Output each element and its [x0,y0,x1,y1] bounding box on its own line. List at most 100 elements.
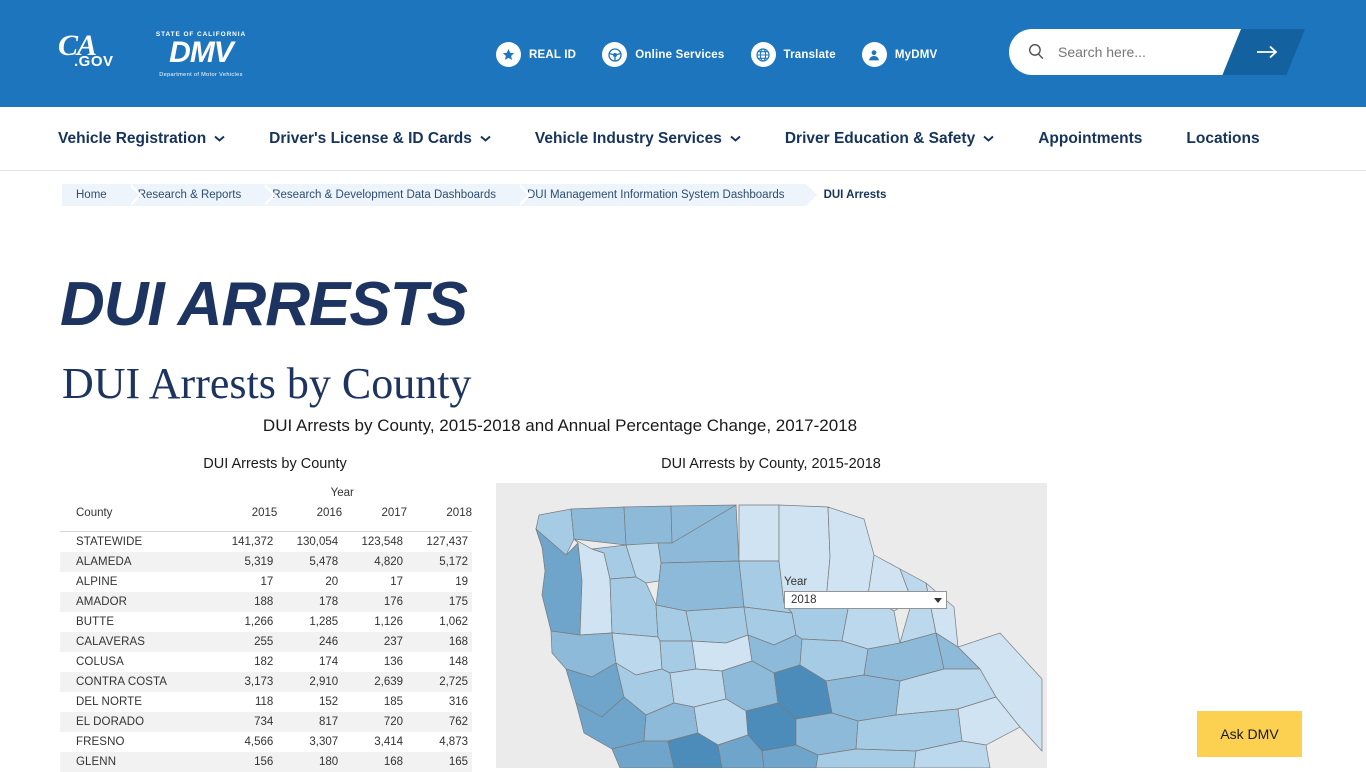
nav-item-label: Appointments [1038,130,1142,148]
search-input[interactable] [1056,41,1236,63]
dashboard-visualization: DUI Arrests by County, 2015-2018 and Ann… [0,405,1366,768]
breadcrumb-item-dui-mis-dashboards[interactable]: DUI Management Information System Dashbo… [517,184,806,206]
cell-2017: 17 [342,572,407,592]
breadcrumb-item-home[interactable]: Home [62,184,128,206]
table-row[interactable]: BUTTE1,2661,2851,1261,062 [60,612,472,632]
utility-label: Online Services [635,49,724,61]
site-header: CA .GOV STATE OF CALIFORNIA DMV Departme… [0,0,1366,107]
cell-2016: 178 [277,592,342,612]
cell-2017: 168 [342,752,407,772]
table-column-header-row: County 2015 2016 2017 2018 [60,503,472,523]
logo-group: CA .GOV STATE OF CALIFORNIA DMV Departme… [58,30,255,78]
cell-2018: 168 [407,632,472,652]
table-panel-title: DUI Arrests by County [60,456,490,472]
breadcrumb-item-research-reports[interactable]: Research & Reports [128,184,263,206]
page-title: DUI ARRESTS [60,270,467,340]
nav-item-vehicle-registration[interactable]: Vehicle Registration [58,130,225,148]
table-row[interactable]: DEL NORTE118152185316 [60,692,472,712]
column-header-2018[interactable]: 2018 [407,503,472,523]
cell-2016: 180 [277,752,342,772]
nav-item-vehicle-industry-services[interactable]: Vehicle Industry Services [535,130,741,148]
cell-2015: 5,319 [212,552,277,572]
cell-2016: 20 [277,572,342,592]
cell-2015: 255 [212,632,277,652]
dmv-logo[interactable]: STATE OF CALIFORNIA DMV Department of Mo… [147,30,255,78]
cell-2015: 3,173 [212,672,277,692]
user-icon [862,42,887,67]
utility-item-real-id[interactable]: REAL ID [496,42,576,67]
chevron-down-icon [480,135,491,142]
county-choropleth-map[interactable]: Year 2018 [496,483,1047,768]
table-row[interactable]: STATEWIDE141,372130,054123,548127,437 [60,532,472,553]
column-header-2017[interactable]: 2017 [342,503,407,523]
table-row[interactable]: ALPINE17201719 [60,572,472,592]
cell-county: DEL NORTE [60,692,212,712]
year-filter-label: Year [784,576,949,588]
cell-county: EL DORADO [60,712,212,732]
cell-2018: 1,062 [407,612,472,632]
cell-2016: 2,910 [277,672,342,692]
cell-county: COLUSA [60,652,212,672]
table-row[interactable]: EL DORADO734817720762 [60,712,472,732]
year-filter: Year 2018 [784,576,949,609]
cell-county: ALPINE [60,572,212,592]
utility-item-online-services[interactable]: Online Services [602,42,724,67]
table-row[interactable]: ALAMEDA5,3195,4784,8205,172 [60,552,472,572]
cell-2016: 246 [277,632,342,652]
cell-2016: 152 [277,692,342,712]
page-subtitle: DUI Arrests by County [62,355,471,413]
chevron-down-icon [934,598,942,603]
nav-item-appointments[interactable]: Appointments [1038,130,1142,148]
star-icon [496,42,521,67]
cell-2016: 174 [277,652,342,672]
cell-county: BUTTE [60,612,212,632]
table-row[interactable]: FRESNO4,5663,3073,4144,873 [60,732,472,752]
cell-2017: 123,548 [342,532,407,553]
cell-2018: 175 [407,592,472,612]
cell-county: CONTRA COSTA [60,672,212,692]
table-row[interactable]: GLENN156180168165 [60,752,472,772]
column-header-2016[interactable]: 2016 [277,503,342,523]
ask-dmv-button[interactable]: Ask DMV [1197,711,1302,757]
cell-2018: 2,725 [407,672,472,692]
cell-2018: 762 [407,712,472,732]
utility-item-mydmv[interactable]: MyDMV [862,42,938,67]
table-row[interactable]: COLUSA182174136148 [60,652,472,672]
cell-county: ALAMEDA [60,552,212,572]
year-dropdown-value: 2018 [791,594,817,606]
nav-item-locations[interactable]: Locations [1186,130,1259,148]
table-row[interactable]: CALAVERAS255246237168 [60,632,472,652]
table-row[interactable]: AMADOR188178176175 [60,592,472,612]
cell-2017: 720 [342,712,407,732]
utility-label: MyDMV [895,49,938,61]
cell-2016: 130,054 [277,532,342,553]
nav-item-drivers-license-id-cards[interactable]: Driver's License & ID Cards [269,130,491,148]
utility-item-translate[interactable]: Translate [751,42,836,67]
cell-2015: 1,266 [212,612,277,632]
cell-2016: 1,285 [277,612,342,632]
cell-2017: 2,639 [342,672,407,692]
cell-2015: 141,372 [212,532,277,553]
breadcrumb-item-current: DUI Arrests [806,184,908,206]
year-dropdown[interactable]: 2018 [784,591,947,609]
table-row[interactable]: CONTRA COSTA3,1732,9102,6392,725 [60,672,472,692]
ca-gov-logo[interactable]: CA .GOV [58,31,120,77]
column-header-county[interactable]: County [60,503,212,523]
breadcrumb-item-rd-data-dashboards[interactable]: Research & Development Data Dashboards [262,184,517,206]
nav-item-driver-education-safety[interactable]: Driver Education & Safety [785,130,994,148]
utility-nav: REAL ID Online Services Translate MyDMV [496,42,963,67]
dui-arrests-table-container: Year County 2015 2016 2017 2018 STATEWID… [60,483,472,772]
map-panel-title: DUI Arrests by County, 2015-2018 [496,456,1046,472]
cell-2017: 176 [342,592,407,612]
globe-icon [751,42,776,67]
column-header-2015[interactable]: 2015 [212,503,277,523]
table-group-header-row: Year [60,483,472,503]
cell-2018: 148 [407,652,472,672]
viz-title: DUI Arrests by County, 2015-2018 and Ann… [0,416,1120,436]
cell-2016: 817 [277,712,342,732]
cell-county: AMADOR [60,592,212,612]
cell-2018: 5,172 [407,552,472,572]
cell-2015: 4,566 [212,732,277,752]
utility-label: Translate [784,49,836,61]
cell-2015: 734 [212,712,277,732]
